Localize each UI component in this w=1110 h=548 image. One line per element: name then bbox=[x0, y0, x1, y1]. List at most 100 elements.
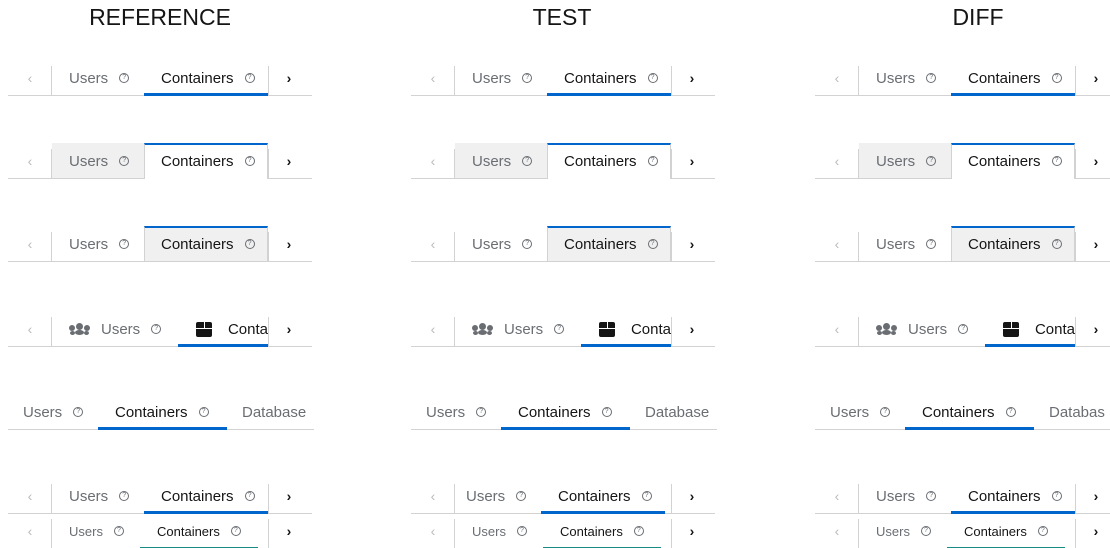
scroll-right-button[interactable]: › bbox=[268, 143, 310, 179]
help-icon[interactable]: ? bbox=[1051, 73, 1062, 83]
scroll-left-button[interactable]: ‹ bbox=[8, 226, 52, 262]
scroll-right-button[interactable]: › bbox=[671, 311, 713, 347]
help-icon[interactable]: ? bbox=[880, 407, 891, 417]
tab-containers[interactable]: Containers? bbox=[951, 226, 1075, 262]
tab-users[interactable]: Users? bbox=[52, 60, 144, 96]
help-icon[interactable]: ? bbox=[647, 156, 658, 166]
tab-users[interactable]: Users? bbox=[455, 60, 547, 96]
scroll-right-button[interactable]: › bbox=[268, 478, 310, 514]
help-icon[interactable]: ? bbox=[244, 491, 255, 501]
tab-containers[interactable]: Containers? bbox=[144, 143, 268, 179]
tab-containers[interactable]: Conta bbox=[581, 311, 671, 347]
scroll-left-button[interactable]: ‹ bbox=[8, 478, 52, 514]
help-icon[interactable]: ? bbox=[522, 156, 533, 166]
help-icon[interactable]: ? bbox=[1037, 526, 1048, 536]
scroll-left-button[interactable]: ‹ bbox=[815, 226, 859, 262]
help-icon[interactable]: ? bbox=[119, 239, 130, 249]
scroll-left-button[interactable]: ‹ bbox=[815, 311, 859, 347]
help-icon[interactable]: ? bbox=[113, 526, 124, 536]
help-icon[interactable]: ? bbox=[926, 239, 937, 249]
help-icon[interactable]: ? bbox=[198, 407, 209, 417]
tab-containers[interactable]: Containers? bbox=[98, 394, 227, 430]
tab-users[interactable]: Users? bbox=[859, 143, 951, 179]
tab-users[interactable]: Users? bbox=[449, 478, 541, 514]
help-icon[interactable]: ? bbox=[647, 239, 658, 249]
scroll-right-button[interactable]: › bbox=[1075, 60, 1110, 96]
scroll-right-button[interactable]: › bbox=[1075, 478, 1110, 514]
scroll-left-button[interactable]: ‹ bbox=[411, 311, 455, 347]
tab-users[interactable]: Users? bbox=[52, 478, 144, 514]
tab-users[interactable]: Users? bbox=[52, 143, 144, 179]
help-icon[interactable]: ? bbox=[119, 73, 130, 83]
tab-containers[interactable]: Containers? bbox=[501, 394, 630, 430]
scroll-left-button[interactable]: ‹ bbox=[815, 60, 859, 96]
tab-users[interactable]: Users? bbox=[859, 60, 951, 96]
scroll-right-button[interactable]: › bbox=[671, 60, 713, 96]
tab-containers[interactable]: Conta bbox=[178, 311, 268, 347]
tab-containers[interactable]: Containers? bbox=[140, 513, 258, 548]
help-icon[interactable]: ? bbox=[926, 491, 937, 501]
scroll-left-button[interactable]: ‹ bbox=[411, 513, 455, 548]
tab-containers[interactable]: Containers? bbox=[951, 60, 1075, 96]
scroll-left-button[interactable]: ‹ bbox=[411, 226, 455, 262]
tab-database[interactable]: Database bbox=[227, 394, 317, 430]
scroll-right-button[interactable]: › bbox=[268, 311, 310, 347]
scroll-left-button[interactable]: ‹ bbox=[411, 60, 455, 96]
help-icon[interactable]: ? bbox=[1051, 239, 1062, 249]
help-icon[interactable]: ? bbox=[522, 239, 533, 249]
help-icon[interactable]: ? bbox=[554, 324, 565, 334]
tab-containers[interactable]: Containers? bbox=[144, 478, 268, 514]
help-icon[interactable]: ? bbox=[119, 491, 130, 501]
tab-containers[interactable]: Containers? bbox=[543, 513, 661, 548]
help-icon[interactable]: ? bbox=[73, 407, 84, 417]
help-icon[interactable]: ? bbox=[633, 526, 644, 536]
tab-users[interactable]: Users? bbox=[8, 394, 98, 430]
tab-containers[interactable]: Containers? bbox=[144, 226, 268, 262]
tab-users[interactable]: Users? bbox=[455, 226, 547, 262]
tab-users[interactable]: Users? bbox=[859, 478, 951, 514]
tab-users[interactable]: Users? bbox=[859, 311, 985, 347]
help-icon[interactable]: ? bbox=[926, 73, 937, 83]
help-icon[interactable]: ? bbox=[516, 491, 527, 501]
tab-containers[interactable]: Containers? bbox=[951, 478, 1075, 514]
help-icon[interactable]: ? bbox=[647, 73, 658, 83]
tab-containers[interactable]: Containers? bbox=[547, 60, 671, 96]
tab-containers[interactable]: Containers? bbox=[905, 394, 1034, 430]
tab-containers[interactable]: Containers? bbox=[547, 143, 671, 179]
help-icon[interactable]: ? bbox=[1051, 491, 1062, 501]
scroll-right-button[interactable]: › bbox=[671, 513, 713, 548]
scroll-left-button[interactable]: ‹ bbox=[411, 143, 455, 179]
help-icon[interactable]: ? bbox=[230, 526, 241, 536]
tab-users[interactable]: Users? bbox=[52, 513, 140, 548]
scroll-right-button[interactable]: › bbox=[1075, 143, 1110, 179]
tab-containers[interactable]: Containers? bbox=[144, 60, 268, 96]
help-icon[interactable]: ? bbox=[926, 156, 937, 166]
tab-users[interactable]: Users? bbox=[815, 394, 905, 430]
tab-users[interactable]: Users? bbox=[455, 143, 547, 179]
scroll-left-button[interactable]: ‹ bbox=[8, 311, 52, 347]
help-icon[interactable]: ? bbox=[522, 73, 533, 83]
scroll-right-button[interactable]: › bbox=[1075, 311, 1110, 347]
scroll-left-button[interactable]: ‹ bbox=[815, 513, 859, 548]
tab-containers[interactable]: Containers? bbox=[541, 478, 665, 514]
help-icon[interactable]: ? bbox=[958, 324, 969, 334]
scroll-right-button[interactable]: › bbox=[268, 60, 310, 96]
help-icon[interactable]: ? bbox=[920, 526, 931, 536]
scroll-right-button[interactable]: › bbox=[671, 226, 713, 262]
scroll-right-button[interactable]: › bbox=[268, 226, 310, 262]
help-icon[interactable]: ? bbox=[1005, 407, 1016, 417]
scroll-right-button[interactable]: › bbox=[671, 143, 713, 179]
scroll-right-button[interactable]: › bbox=[1075, 513, 1110, 548]
scroll-left-button[interactable]: ‹ bbox=[8, 143, 52, 179]
scroll-right-button[interactable]: › bbox=[671, 478, 713, 514]
help-icon[interactable]: ? bbox=[244, 156, 255, 166]
scroll-right-button[interactable]: › bbox=[268, 513, 310, 548]
tab-users[interactable]: Users? bbox=[455, 311, 581, 347]
help-icon[interactable]: ? bbox=[476, 407, 487, 417]
scroll-left-button[interactable]: ‹ bbox=[8, 60, 52, 96]
help-icon[interactable]: ? bbox=[244, 73, 255, 83]
tab-users[interactable]: Users? bbox=[859, 226, 951, 262]
tab-containers[interactable]: Containers? bbox=[951, 143, 1075, 179]
help-icon[interactable]: ? bbox=[516, 526, 527, 536]
tab-containers[interactable]: Conta bbox=[985, 311, 1075, 347]
